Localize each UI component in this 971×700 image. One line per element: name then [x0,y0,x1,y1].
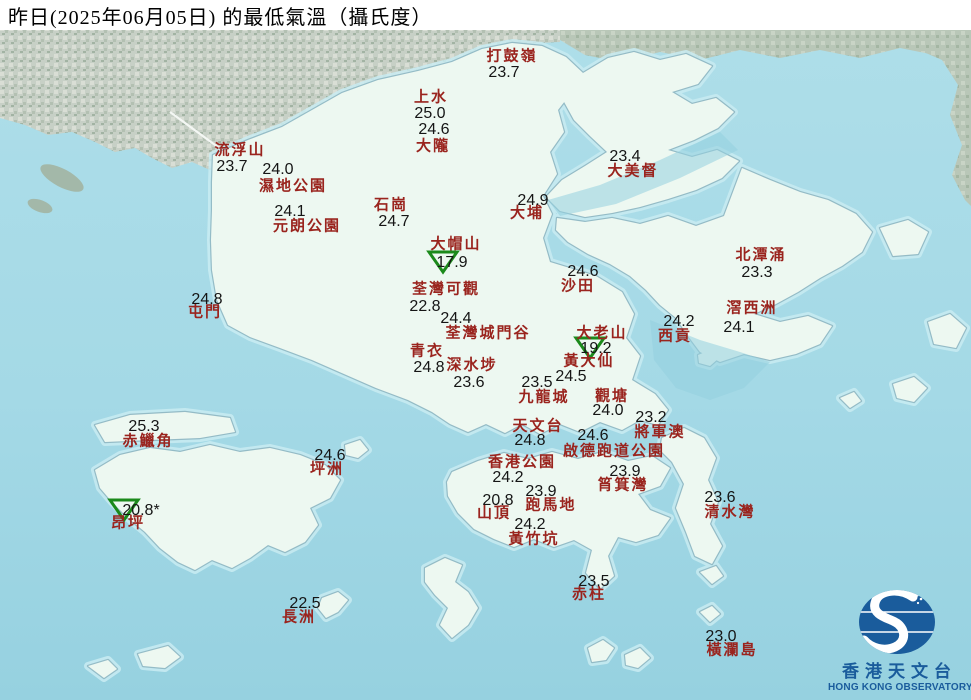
title-bar: 昨日(2025年06月05日) 的最低氣溫（攝氏度） [0,0,971,30]
hong-kong-map [0,28,971,700]
page-title: 昨日(2025年06月05日) 的最低氣溫（攝氏度） [8,6,433,29]
hko-logo-block: 香港天文台 HONG KONG OBSERVATORY [828,585,971,700]
hko-logo-name-zh: 香港天文台 [842,662,957,681]
hko-logo-name-en: HONG KONG OBSERVATORY [828,682,971,693]
hko-min-temp-map-page: 昨日(2025年06月05日) 的最低氣溫（攝氏度） 打鼓嶺 23.7 上水 2… [0,0,971,700]
